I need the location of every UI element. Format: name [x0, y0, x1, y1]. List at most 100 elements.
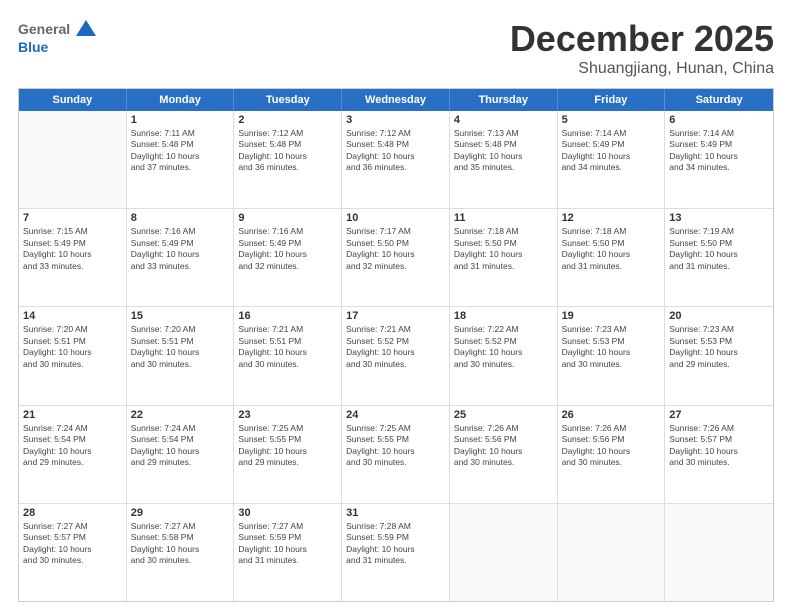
day-info: Sunrise: 7:14 AM Sunset: 5:49 PM Dayligh… — [562, 128, 661, 174]
day-info: Sunrise: 7:21 AM Sunset: 5:51 PM Dayligh… — [238, 324, 337, 370]
calendar-cell: 1 Sunrise: 7:11 AM Sunset: 5:48 PM Daylig… — [127, 111, 235, 208]
weekday-header: Friday — [558, 89, 666, 111]
day-number: 19 — [562, 310, 661, 322]
day-info: Sunrise: 7:17 AM Sunset: 5:50 PM Dayligh… — [346, 226, 445, 272]
page: General Blue December 2025 Shuangjiang, … — [0, 0, 792, 612]
calendar-cell: 27Sunrise: 7:26 AM Sunset: 5:57 PM Dayli… — [665, 406, 773, 503]
title-area: December 2025 Shuangjiang, Hunan, China — [510, 18, 774, 78]
calendar-cell — [665, 504, 773, 601]
day-number: 1 — [131, 114, 230, 126]
day-info: Sunrise: 7:23 AM Sunset: 5:53 PM Dayligh… — [669, 324, 769, 370]
day-number: 25 — [454, 409, 553, 421]
calendar-cell: 26Sunrise: 7:26 AM Sunset: 5:56 PM Dayli… — [558, 406, 666, 503]
day-info: Sunrise: 7:21 AM Sunset: 5:52 PM Dayligh… — [346, 324, 445, 370]
day-number: 15 — [131, 310, 230, 322]
day-info: Sunrise: 7:19 AM Sunset: 5:50 PM Dayligh… — [669, 226, 769, 272]
calendar-cell: 22Sunrise: 7:24 AM Sunset: 5:54 PM Dayli… — [127, 406, 235, 503]
day-info: Sunrise: 7:16 AM Sunset: 5:49 PM Dayligh… — [238, 226, 337, 272]
day-info: Sunrise: 7:24 AM Sunset: 5:54 PM Dayligh… — [23, 423, 122, 469]
calendar-cell: 30 Sunrise: 7:27 AM Sunset: 5:59 PM Dayli… — [234, 504, 342, 601]
calendar-cell: 31 Sunrise: 7:28 AM Sunset: 5:59 PM Dayli… — [342, 504, 450, 601]
weekday-header: Sunday — [19, 89, 127, 111]
day-info: Sunrise: 7:25 AM Sunset: 5:55 PM Dayligh… — [238, 423, 337, 469]
calendar-cell — [450, 504, 558, 601]
svg-text:Blue: Blue — [18, 39, 49, 55]
day-number: 27 — [669, 409, 769, 421]
calendar-cell: 14 Sunrise: 7:20 AM Sunset: 5:51 PM Dayli… — [19, 307, 127, 404]
calendar-row: 28Sunrise: 7:27 AM Sunset: 5:57 PM Dayli… — [19, 504, 773, 601]
calendar-row: 14 Sunrise: 7:20 AM Sunset: 5:51 PM Dayli… — [19, 307, 773, 405]
day-number: 26 — [562, 409, 661, 421]
calendar-cell: 13 Sunrise: 7:19 AM Sunset: 5:50 PM Dayli… — [665, 209, 773, 306]
day-info: Sunrise: 7:27 AM Sunset: 5:58 PM Dayligh… — [131, 521, 230, 567]
calendar-cell: 16 Sunrise: 7:21 AM Sunset: 5:51 PM Dayli… — [234, 307, 342, 404]
day-number: 20 — [669, 310, 769, 322]
day-number: 17 — [346, 310, 445, 322]
day-number: 22 — [131, 409, 230, 421]
calendar-cell: 28Sunrise: 7:27 AM Sunset: 5:57 PM Dayli… — [19, 504, 127, 601]
weekday-header: Saturday — [665, 89, 773, 111]
day-number: 6 — [669, 114, 769, 126]
calendar-cell — [558, 504, 666, 601]
day-number: 10 — [346, 212, 445, 224]
day-number: 24 — [346, 409, 445, 421]
day-number: 11 — [454, 212, 553, 224]
month-title: December 2025 — [510, 18, 774, 60]
svg-text:General: General — [18, 21, 70, 37]
day-number: 14 — [23, 310, 122, 322]
calendar-cell: 20 Sunrise: 7:23 AM Sunset: 5:53 PM Dayli… — [665, 307, 773, 404]
day-number: 13 — [669, 212, 769, 224]
calendar-cell: 19Sunrise: 7:23 AM Sunset: 5:53 PM Dayli… — [558, 307, 666, 404]
calendar-cell: 25Sunrise: 7:26 AM Sunset: 5:56 PM Dayli… — [450, 406, 558, 503]
calendar-cell: 10 Sunrise: 7:17 AM Sunset: 5:50 PM Dayli… — [342, 209, 450, 306]
day-number: 31 — [346, 507, 445, 519]
calendar-header: SundayMondayTuesdayWednesdayThursdayFrid… — [19, 89, 773, 111]
day-number: 4 — [454, 114, 553, 126]
calendar-cell: 29 Sunrise: 7:27 AM Sunset: 5:58 PM Dayli… — [127, 504, 235, 601]
calendar-cell: 24 Sunrise: 7:25 AM Sunset: 5:55 PM Dayli… — [342, 406, 450, 503]
day-info: Sunrise: 7:22 AM Sunset: 5:52 PM Dayligh… — [454, 324, 553, 370]
calendar-cell: 15 Sunrise: 7:20 AM Sunset: 5:51 PM Dayli… — [127, 307, 235, 404]
day-info: Sunrise: 7:20 AM Sunset: 5:51 PM Dayligh… — [131, 324, 230, 370]
weekday-header: Tuesday — [234, 89, 342, 111]
day-info: Sunrise: 7:18 AM Sunset: 5:50 PM Dayligh… — [454, 226, 553, 272]
day-number: 18 — [454, 310, 553, 322]
weekday-header: Monday — [127, 89, 235, 111]
calendar-cell: 17 Sunrise: 7:21 AM Sunset: 5:52 PM Dayli… — [342, 307, 450, 404]
day-number: 8 — [131, 212, 230, 224]
day-number: 29 — [131, 507, 230, 519]
calendar: SundayMondayTuesdayWednesdayThursdayFrid… — [18, 88, 774, 602]
calendar-cell: 5 Sunrise: 7:14 AM Sunset: 5:49 PM Daylig… — [558, 111, 666, 208]
day-number: 30 — [238, 507, 337, 519]
day-number: 12 — [562, 212, 661, 224]
day-number: 5 — [562, 114, 661, 126]
calendar-cell: 9Sunrise: 7:16 AM Sunset: 5:49 PM Daylig… — [234, 209, 342, 306]
calendar-cell: 8 Sunrise: 7:16 AM Sunset: 5:49 PM Daylig… — [127, 209, 235, 306]
day-number: 2 — [238, 114, 337, 126]
day-number: 16 — [238, 310, 337, 322]
calendar-row: 7 Sunrise: 7:15 AM Sunset: 5:49 PM Daylig… — [19, 209, 773, 307]
calendar-cell: 3 Sunrise: 7:12 AM Sunset: 5:48 PM Daylig… — [342, 111, 450, 208]
day-info: Sunrise: 7:18 AM Sunset: 5:50 PM Dayligh… — [562, 226, 661, 272]
calendar-cell: 7 Sunrise: 7:15 AM Sunset: 5:49 PM Daylig… — [19, 209, 127, 306]
calendar-cell: 23 Sunrise: 7:25 AM Sunset: 5:55 PM Dayli… — [234, 406, 342, 503]
day-info: Sunrise: 7:20 AM Sunset: 5:51 PM Dayligh… — [23, 324, 122, 370]
day-number: 21 — [23, 409, 122, 421]
header: General Blue December 2025 Shuangjiang, … — [18, 18, 774, 78]
day-number: 23 — [238, 409, 337, 421]
day-info: Sunrise: 7:15 AM Sunset: 5:49 PM Dayligh… — [23, 226, 122, 272]
day-info: Sunrise: 7:13 AM Sunset: 5:48 PM Dayligh… — [454, 128, 553, 174]
day-number: 7 — [23, 212, 122, 224]
day-info: Sunrise: 7:11 AM Sunset: 5:48 PM Dayligh… — [131, 128, 230, 174]
calendar-cell: 18 Sunrise: 7:22 AM Sunset: 5:52 PM Dayli… — [450, 307, 558, 404]
day-info: Sunrise: 7:28 AM Sunset: 5:59 PM Dayligh… — [346, 521, 445, 567]
day-info: Sunrise: 7:12 AM Sunset: 5:48 PM Dayligh… — [346, 128, 445, 174]
weekday-header: Thursday — [450, 89, 558, 111]
day-info: Sunrise: 7:27 AM Sunset: 5:59 PM Dayligh… — [238, 521, 337, 567]
day-info: Sunrise: 7:16 AM Sunset: 5:49 PM Dayligh… — [131, 226, 230, 272]
day-info: Sunrise: 7:25 AM Sunset: 5:55 PM Dayligh… — [346, 423, 445, 469]
day-info: Sunrise: 7:12 AM Sunset: 5:48 PM Dayligh… — [238, 128, 337, 174]
calendar-cell — [19, 111, 127, 208]
day-number: 3 — [346, 114, 445, 126]
calendar-row: 1 Sunrise: 7:11 AM Sunset: 5:48 PM Daylig… — [19, 111, 773, 209]
